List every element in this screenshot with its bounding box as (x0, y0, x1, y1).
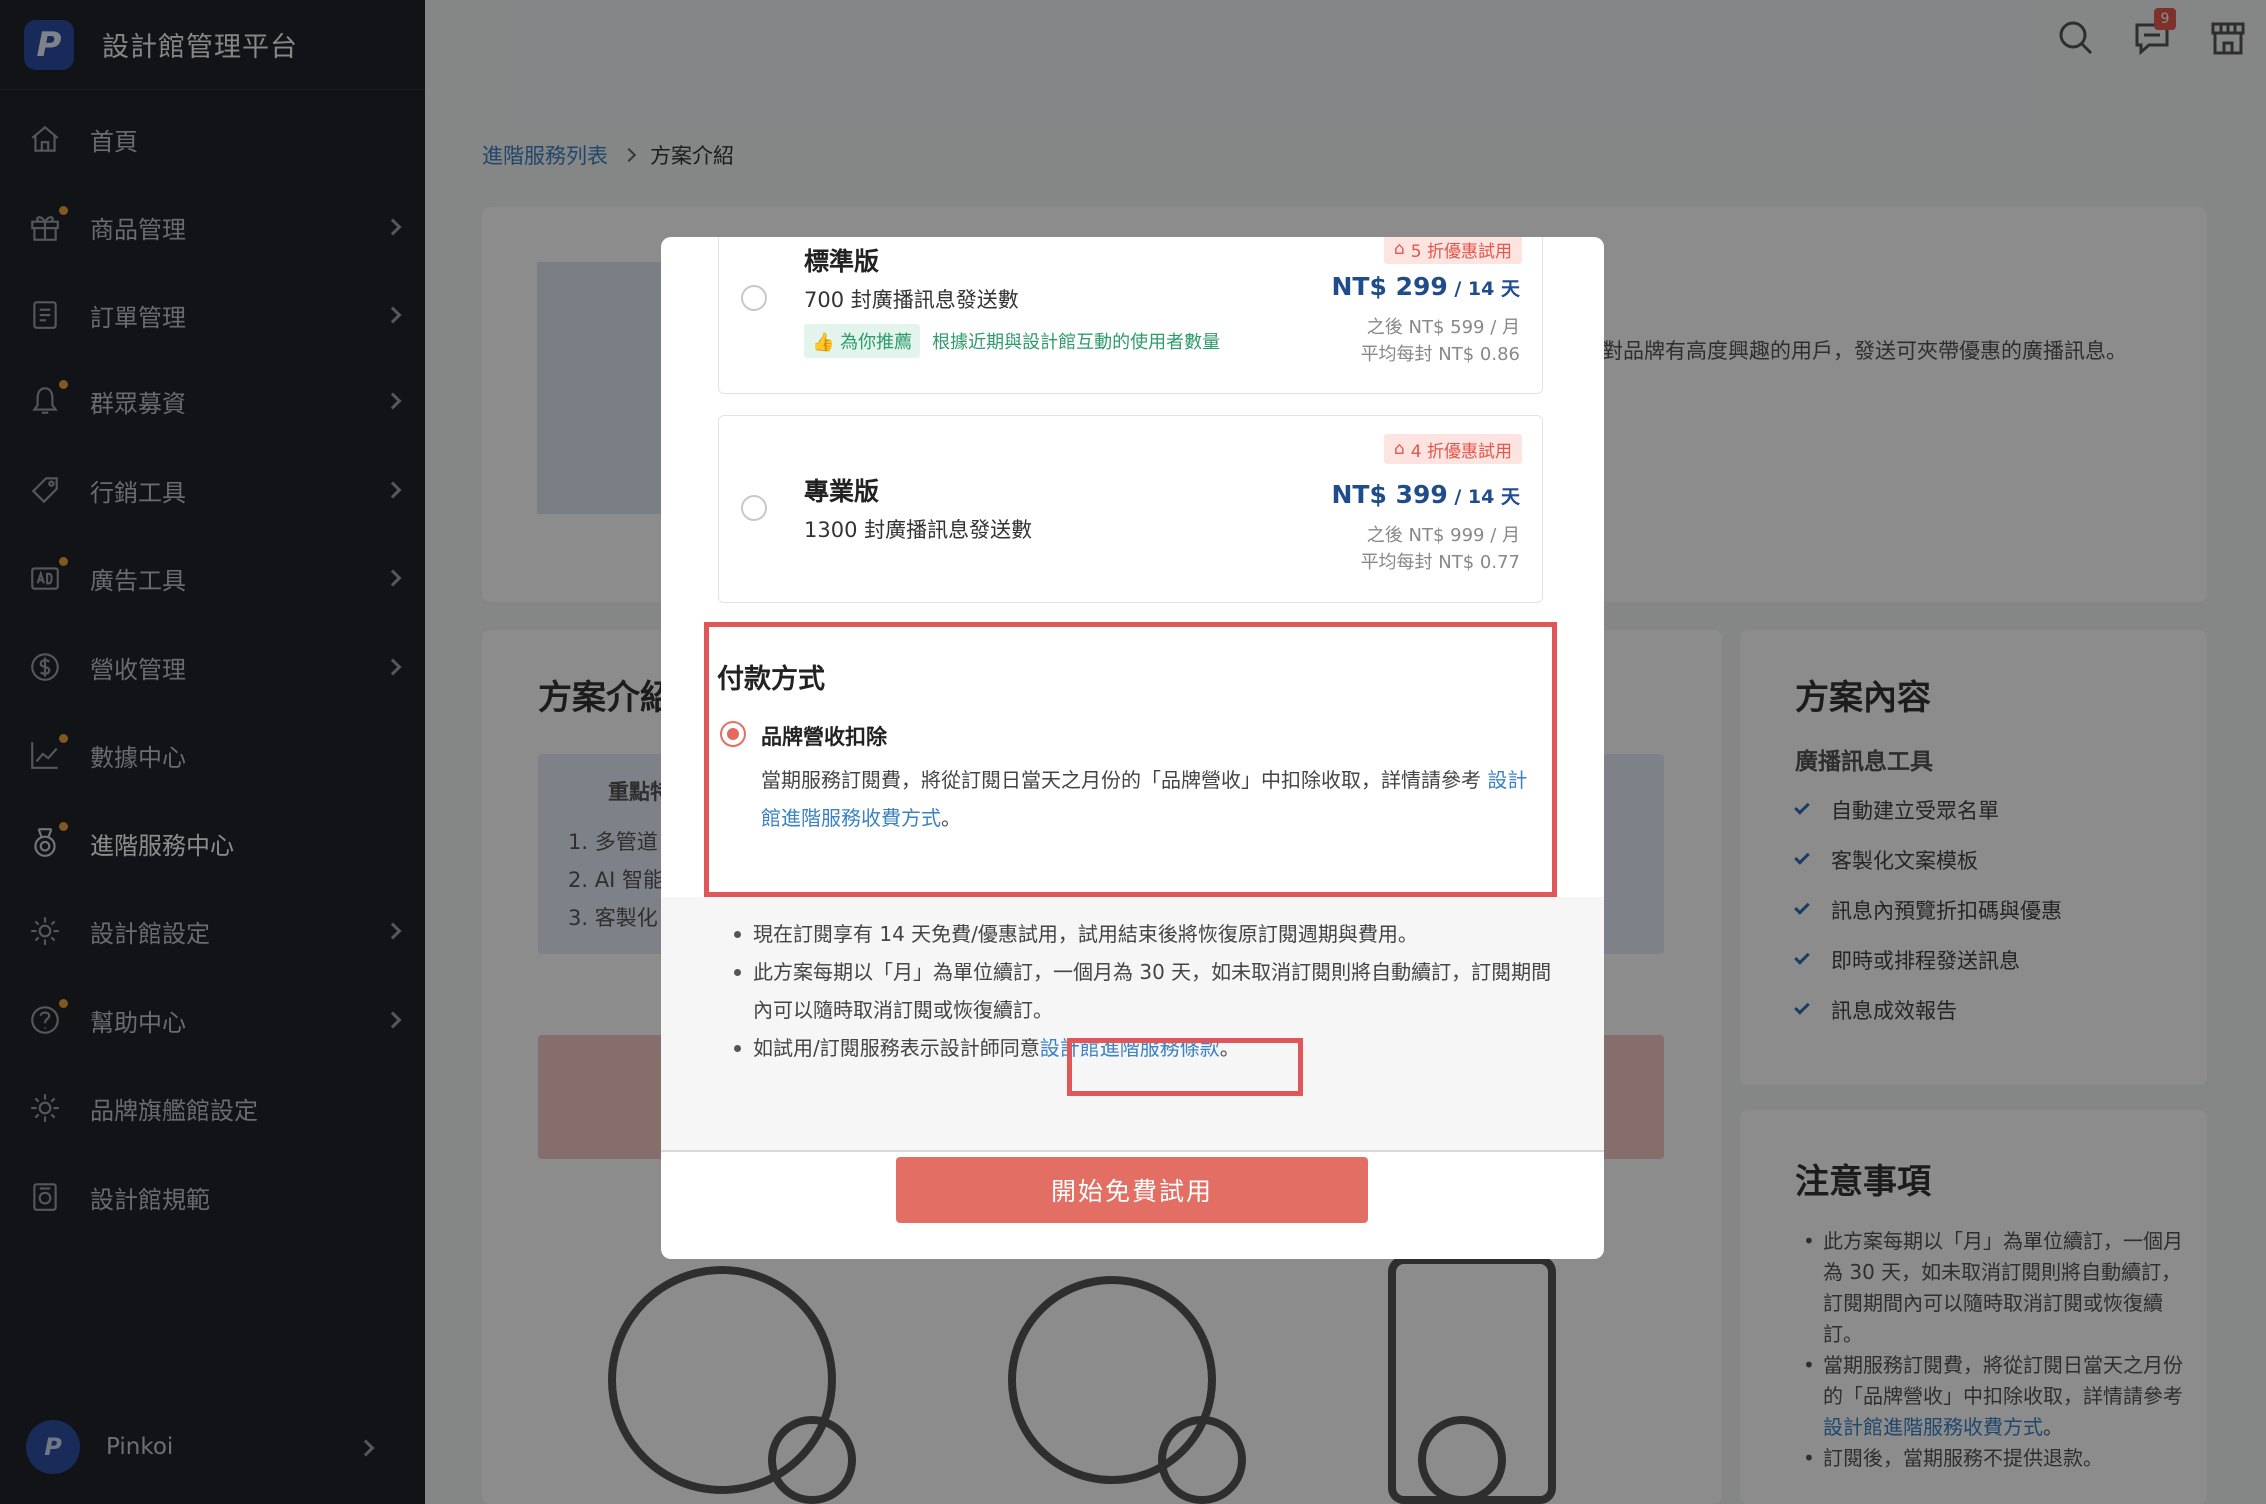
plan-description: 700 封廣播訊息發送數 (804, 288, 1019, 312)
plan-description: 1300 封廣播訊息發送數 (804, 518, 1033, 542)
plan-card-pro[interactable]: 專業版 1300 封廣播訊息發送數 ⌂ 4 折優惠試用 NT$ 399 / 14 … (718, 415, 1543, 603)
plan-radio[interactable] (741, 495, 767, 521)
recommendation: 👍 為你推薦 根據近期與設計館互動的使用者數量 (804, 324, 1220, 358)
note-item: 現在訂閱享有 14 天免費/優惠試用，試用結束後將恢復原訂閱週期與費用。 (734, 915, 1553, 953)
plan-price-detail: 之後 NT$ 599 / 月 平均每封 NT$ 0.86 (1360, 317, 1520, 365)
plan-price-detail: 之後 NT$ 999 / 月 平均每封 NT$ 0.77 (1360, 525, 1520, 573)
payment-option-label: 品牌營收扣除 (761, 725, 887, 749)
payment-description: 當期服務訂閱費，將從訂閱日當天之月份的「品牌營收」中扣除收取，詳情請參考 設計館… (761, 768, 1528, 830)
discount-tag: ⌂ 5 折優惠試用 (1383, 237, 1522, 264)
recommend-badge: 👍 為你推薦 (804, 324, 921, 358)
payment-method-title: 付款方式 (717, 664, 825, 695)
payment-method-highlight (704, 622, 1557, 897)
plan-radio[interactable] (741, 285, 767, 311)
plan-name: 專業版 (804, 477, 880, 506)
plan-price: NT$ 299 / 14 天 (1331, 272, 1521, 301)
tag-icon: ⌂ (1393, 439, 1405, 459)
note-item: 此方案每期以「月」為單位續訂，一個月為 30 天，如未取消訂閱則將自動續訂，訂閱… (734, 953, 1553, 1029)
discount-tag: ⌂ 4 折優惠試用 (1383, 434, 1522, 464)
start-free-trial-button[interactable]: 開始免費試用 (896, 1157, 1368, 1223)
tag-icon: ⌂ (1393, 239, 1405, 259)
plan-price: NT$ 399 / 14 天 (1331, 480, 1521, 509)
payment-radio[interactable] (720, 721, 746, 747)
plan-name: 標準版 (804, 247, 880, 276)
subscription-modal: 標準版 700 封廣播訊息發送數 👍 為你推薦 根據近期與設計館互動的使用者數量… (661, 237, 1604, 1259)
plan-card-standard[interactable]: 標準版 700 封廣播訊息發送數 👍 為你推薦 根據近期與設計館互動的使用者數量… (718, 237, 1543, 394)
terms-link-highlight (1067, 1038, 1303, 1096)
recommend-reason: 根據近期與設計館互動的使用者數量 (932, 332, 1221, 353)
terms-notes: 現在訂閱享有 14 天免費/優惠試用，試用結束後將恢復原訂閱週期與費用。 此方案… (661, 897, 1604, 1152)
